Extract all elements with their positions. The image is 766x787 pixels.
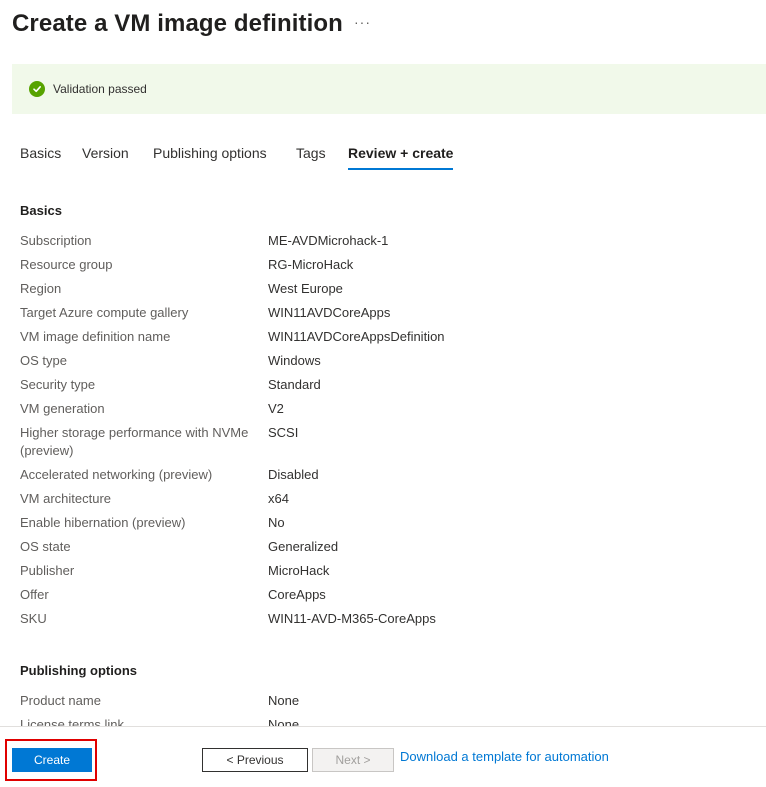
summary-value: West Europe [268,281,343,296]
tab-review-create[interactable]: Review + create [348,140,454,170]
download-template-link[interactable]: Download a template for automation [400,749,609,764]
tab-basics[interactable]: Basics [20,140,61,170]
previous-button[interactable]: < Previous [202,748,308,772]
summary-value: None [268,717,300,726]
summary-label: Product name [20,693,101,708]
summary-label: Accelerated networking (preview) [20,467,213,482]
summary-value: CoreApps [268,587,326,602]
section-title-basics: Basics [20,203,62,218]
summary-value: RG-MicroHack [268,257,354,272]
summary-label: VM generation [20,401,105,416]
page-title: Create a VM image definition [12,10,343,37]
summary-value: SCSI [268,425,299,440]
summary-value: Generalized [268,539,339,554]
summary-label: Resource group [20,257,113,272]
summary-label: VM image definition name [20,329,171,344]
tab-publishing-options[interactable]: Publishing options [153,140,267,170]
summary-value: WIN11AVDCoreApps [268,305,391,320]
summary-label: VM architecture [20,491,112,506]
more-options-button[interactable]: ··· [354,14,371,30]
summary-value: Windows [268,353,321,368]
review-content: Create a VM image definition ··· Validat… [0,0,766,726]
summary-label: Higher storage performance with NVMe (pr… [20,425,249,458]
check-circle-icon [29,81,45,97]
summary-value: None [268,693,300,708]
wizard-footer: Create < Previous Next > Download a temp… [0,726,766,787]
summary-label: Region [20,281,62,296]
summary-label: SKU [20,611,47,626]
summary-value: WIN11-AVD-M365-CoreApps [268,611,436,626]
create-button[interactable]: Create [12,748,92,772]
summary-label: License terms link [20,717,125,726]
tab-tags[interactable]: Tags [296,140,326,170]
validation-message: Validation passed [53,82,147,96]
summary-label: Subscription [20,233,92,248]
next-button: Next > [312,748,394,772]
summary-label: Enable hibernation (preview) [20,515,186,530]
summary-label: Target Azure compute gallery [20,305,189,320]
summary-label: Security type [20,377,96,392]
summary-label: Offer [20,587,49,602]
summary-value: MicroHack [268,563,330,578]
summary-label: OS state [20,539,71,554]
tab-version[interactable]: Version [82,140,129,170]
summary-label: OS type [20,353,67,368]
summary-value: ME-AVDMicrohack-1 [268,233,389,248]
summary-value: x64 [268,491,289,506]
summary-value: Standard [268,377,321,392]
validation-banner: Validation passed [12,64,766,114]
page-header: Create a VM image definition [12,6,343,42]
summary-value: No [268,515,285,530]
summary-value: V2 [268,401,284,416]
summary-value: WIN11AVDCoreAppsDefinition [268,329,445,344]
section-title-publishing-options: Publishing options [20,663,137,678]
summary-label: Publisher [20,563,75,578]
summary-value: Disabled [268,467,319,482]
